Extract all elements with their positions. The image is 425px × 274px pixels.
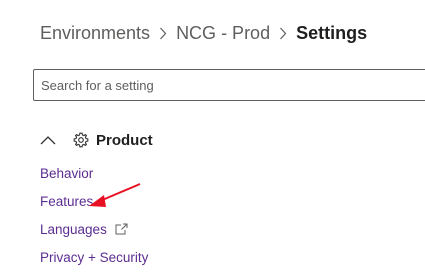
settings-nav-list: Behavior Features Languages Privacy + Se… bbox=[40, 162, 148, 274]
search-box bbox=[33, 69, 425, 101]
chevron-right-icon bbox=[159, 27, 167, 40]
nav-link-privacy-security[interactable]: Privacy + Security bbox=[40, 246, 148, 268]
breadcrumb-environment-name[interactable]: NCG - Prod bbox=[176, 23, 270, 44]
gear-icon bbox=[72, 131, 90, 149]
breadcrumb-environments[interactable]: Environments bbox=[40, 23, 150, 44]
section-title: Product bbox=[96, 131, 153, 149]
nav-link-features[interactable]: Features bbox=[40, 190, 148, 212]
nav-link-label: Languages bbox=[40, 221, 107, 237]
section-header-product[interactable]: Product bbox=[38, 128, 153, 152]
nav-link-behavior[interactable]: Behavior bbox=[40, 162, 148, 184]
chevron-right-icon bbox=[279, 27, 287, 40]
breadcrumb: Environments NCG - Prod Settings bbox=[40, 20, 367, 46]
nav-link-label: Behavior bbox=[40, 165, 94, 181]
nav-link-languages[interactable]: Languages bbox=[40, 218, 148, 240]
search-input[interactable] bbox=[34, 70, 414, 100]
breadcrumb-current-page: Settings bbox=[296, 22, 368, 43]
nav-link-label: Features bbox=[40, 193, 94, 209]
nav-link-label: Privacy + Security bbox=[40, 249, 149, 265]
external-link-icon bbox=[115, 223, 128, 235]
chevron-up-icon[interactable] bbox=[38, 130, 58, 150]
